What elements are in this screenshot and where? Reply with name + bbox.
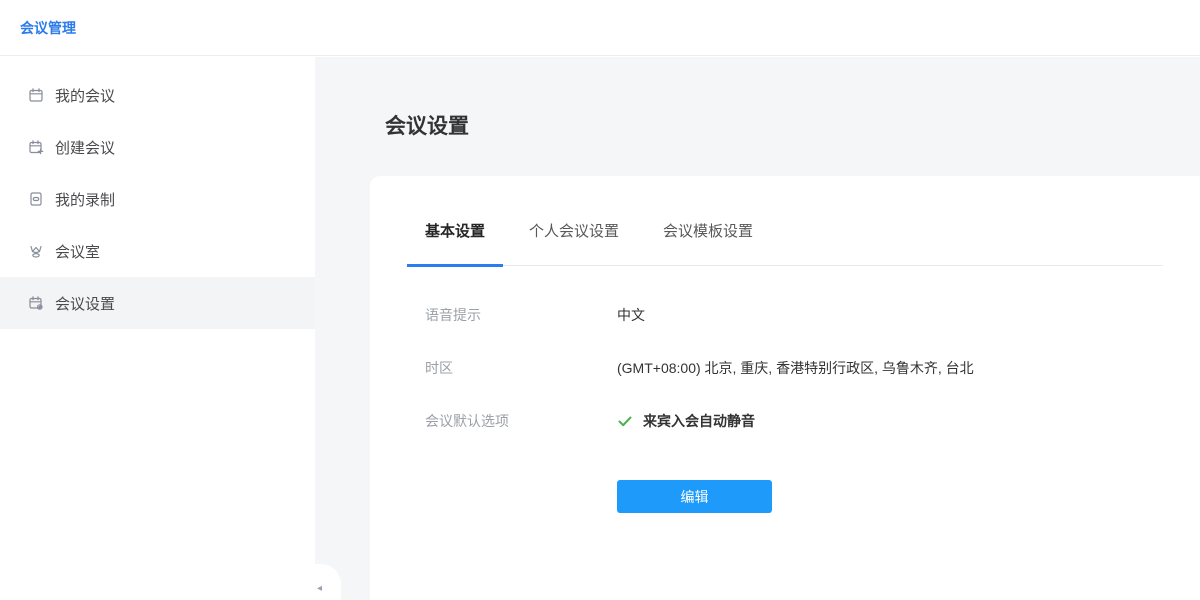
form-label: 语音提示 xyxy=(407,305,617,325)
sidebar-gutter: ◂ xyxy=(315,57,370,600)
sidebar-item-label: 我的会议 xyxy=(55,85,115,106)
calendar-icon xyxy=(28,87,44,103)
app-title-link[interactable]: 会议管理 xyxy=(20,18,76,38)
sidebar-item-meeting-settings[interactable]: 会议设置 xyxy=(0,277,315,329)
settings-form: 语音提示 中文 时区 (GMT+08:00) 北京, 重庆, 香港特别行政区, … xyxy=(407,288,1163,447)
tab-personal-meeting-settings[interactable]: 个人会议设置 xyxy=(511,222,637,267)
tab-meeting-template-settings[interactable]: 会议模板设置 xyxy=(645,222,771,267)
form-row-meeting-default-options: 会议默认选项 来宾入会自动静音 xyxy=(407,394,1163,447)
top-header: 会议管理 xyxy=(0,0,1200,56)
sidebar-item-label: 会议设置 xyxy=(55,293,115,314)
settings-card: 基本设置 个人会议设置 会议模板设置 语音提示 中文 时区 (GMT+08:00… xyxy=(370,176,1200,600)
sidebar-collapse-handle[interactable]: ◂ xyxy=(315,564,341,600)
tab-basic-settings[interactable]: 基本设置 xyxy=(407,222,503,267)
sidebar-item-label: 创建会议 xyxy=(55,137,115,158)
page-title: 会议设置 xyxy=(385,110,469,140)
form-label: 时区 xyxy=(407,358,617,378)
settings-tabs: 基本设置 个人会议设置 会议模板设置 xyxy=(407,176,1163,266)
form-value: 来宾入会自动静音 xyxy=(617,411,755,431)
sidebar-item-create-meeting[interactable]: 创建会议 xyxy=(0,121,315,173)
sidebar-item-label: 会议室 xyxy=(55,241,100,262)
check-icon xyxy=(617,413,633,429)
meeting-room-icon xyxy=(28,243,44,259)
recording-file-icon xyxy=(28,191,44,207)
form-value: (GMT+08:00) 北京, 重庆, 香港特别行政区, 乌鲁木齐, 台北 xyxy=(617,358,974,378)
form-label: 会议默认选项 xyxy=(407,411,617,431)
calendar-gear-icon xyxy=(28,295,44,311)
option-label: 来宾入会自动静音 xyxy=(643,411,755,431)
collapse-left-icon: ◂ xyxy=(317,584,322,594)
sidebar-item-label: 我的录制 xyxy=(55,189,115,210)
calendar-plus-icon xyxy=(28,139,44,155)
form-row-voice-prompt: 语音提示 中文 xyxy=(407,288,1163,341)
form-value: 中文 xyxy=(617,305,645,325)
edit-button[interactable]: 编辑 xyxy=(617,480,772,513)
sidebar: 我的会议 创建会议 我的录制 会议室 会议设置 xyxy=(0,57,315,600)
sidebar-item-my-recordings[interactable]: 我的录制 xyxy=(0,173,315,225)
form-row-timezone: 时区 (GMT+08:00) 北京, 重庆, 香港特别行政区, 乌鲁木齐, 台北 xyxy=(407,341,1163,394)
sidebar-item-my-meetings[interactable]: 我的会议 xyxy=(0,69,315,121)
sidebar-item-meeting-rooms[interactable]: 会议室 xyxy=(0,225,315,277)
